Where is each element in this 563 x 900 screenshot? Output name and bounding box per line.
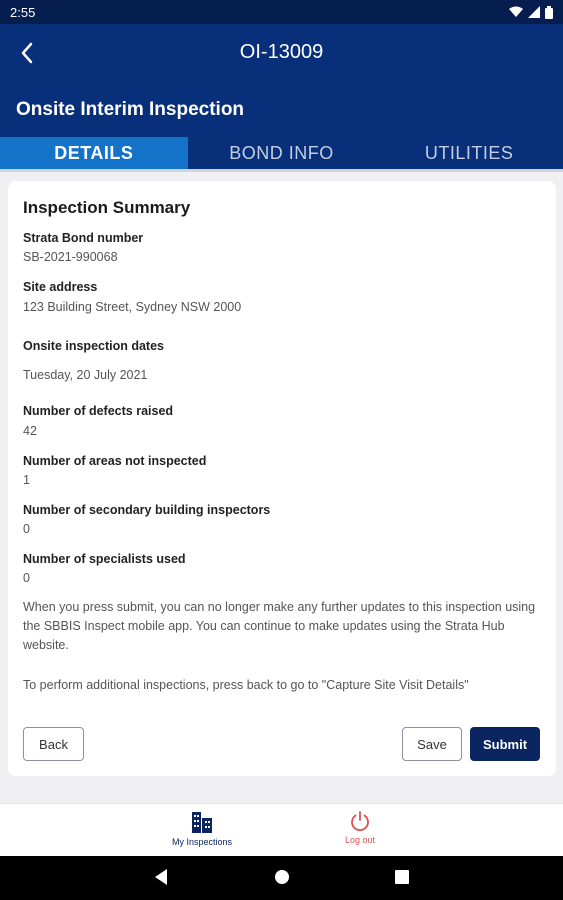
inspection-dates-label: Onsite inspection dates xyxy=(23,339,165,353)
submit-note: When you press submit, you can no longer… xyxy=(23,600,536,652)
strata-bond-number-label: Strata Bond number xyxy=(23,231,144,245)
tab-divider xyxy=(0,169,563,172)
tab-bar: DETAILS BOND INFO UTILITIES xyxy=(0,137,563,169)
submit-button[interactable]: Submit xyxy=(470,727,540,761)
nav-my-inspections[interactable]: My Inspections xyxy=(142,810,262,847)
inspection-dates-value: Tuesday, 20 July 2021 xyxy=(23,368,148,382)
site-address-value: 123 Building Street, Sydney NSW 2000 xyxy=(23,300,242,314)
page-heading-bar: Onsite Interim Inspection xyxy=(0,84,563,138)
status-bar: 2:55 xyxy=(0,0,563,24)
nav-log-out-label: Log out xyxy=(344,835,376,845)
tab-details[interactable]: DETAILS xyxy=(0,137,188,169)
buildings-icon xyxy=(192,812,212,833)
page-title: Onsite Interim Inspection xyxy=(16,99,245,120)
nav-log-out[interactable]: Log out xyxy=(300,810,420,845)
system-back-icon[interactable] xyxy=(153,868,169,886)
wifi-icon xyxy=(509,6,523,17)
nav-my-inspections-label: My Inspections xyxy=(171,837,233,847)
card-title: Inspection Summary xyxy=(23,198,191,217)
specialists-used-value: 0 xyxy=(23,571,30,585)
tab-bond-info[interactable]: BOND INFO xyxy=(188,137,376,169)
secondary-inspectors-label: Number of secondary building inspectors xyxy=(23,503,271,517)
secondary-inspectors-value: 0 xyxy=(23,522,30,536)
bottom-nav: My Inspections Log out xyxy=(0,803,563,856)
system-home-icon[interactable] xyxy=(274,868,290,886)
system-recents-icon[interactable] xyxy=(394,868,410,886)
signal-icon xyxy=(528,6,540,18)
specialists-used-label: Number of specialists used xyxy=(23,552,186,566)
tab-utilities[interactable]: UTILITIES xyxy=(375,137,563,169)
strata-bond-number-value: SB-2021-990068 xyxy=(23,250,118,264)
defects-raised-label: Number of defects raised xyxy=(23,404,174,418)
inspection-summary-card: Inspection Summary Strata Bond number SB… xyxy=(8,181,556,776)
areas-not-inspected-value: 1 xyxy=(23,473,30,487)
app-bar: OI-13009 xyxy=(0,24,563,84)
app-title: OI-13009 xyxy=(239,41,324,63)
additional-inspections-note: To perform additional inspections, press… xyxy=(23,678,469,692)
back-button[interactable]: Back xyxy=(23,727,84,761)
battery-icon xyxy=(545,5,553,19)
defects-raised-value: 42 xyxy=(23,424,37,438)
save-button[interactable]: Save xyxy=(402,727,462,761)
power-icon xyxy=(351,811,369,832)
status-icons xyxy=(509,5,553,19)
areas-not-inspected-label: Number of areas not inspected xyxy=(23,454,207,468)
system-nav-bar xyxy=(0,856,563,900)
status-time: 2:55 xyxy=(10,4,36,20)
site-address-label: Site address xyxy=(23,280,98,294)
